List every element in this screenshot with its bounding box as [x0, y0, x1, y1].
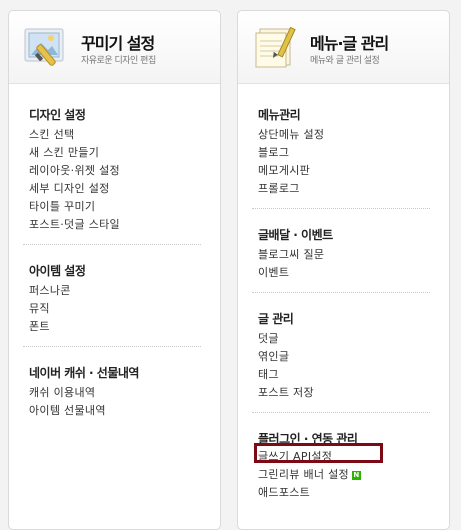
panel-header: 메뉴·글 관리 메뉴와 글 관리 설정 — [238, 11, 449, 84]
section-title-delivery-event[interactable]: 글배달 · 이벤트 — [258, 226, 333, 243]
panel-subtitle: 메뉴와 글 관리 설정 — [310, 56, 380, 66]
highlight-box — [254, 443, 383, 463]
link-detail-design[interactable]: 세부 디자인 설정 — [29, 180, 110, 196]
panel-title: 꾸미기 설정 — [81, 34, 155, 53]
link-post-comment-style[interactable]: 포스트·덧글 스타일 — [29, 216, 120, 232]
link-event[interactable]: 이벤트 — [258, 264, 289, 280]
section-title-post-management[interactable]: 글 관리 — [258, 310, 294, 327]
section-title-items[interactable]: 아이템 설정 — [29, 262, 86, 279]
link-green-review-banner-label[interactable]: 그린리뷰 배너 설정 — [258, 468, 349, 481]
divider — [23, 346, 201, 347]
link-title-decorate[interactable]: 타이틀 꾸미기 — [29, 198, 95, 214]
link-blog[interactable]: 블로그 — [258, 144, 289, 160]
design-palette-icon — [24, 28, 64, 66]
panel-header: 꾸미기 설정 자유로운 디자인 편집 — [9, 11, 220, 84]
link-trackback[interactable]: 엮인글 — [258, 348, 289, 364]
divider — [252, 412, 430, 413]
link-new-skin[interactable]: 새 스킨 만들기 — [29, 144, 99, 160]
section-title-menu[interactable]: 메뉴관리 — [258, 106, 301, 123]
link-music[interactable]: 뮤직 — [29, 300, 50, 316]
link-gift-history[interactable]: 아이템 선물내역 — [29, 402, 106, 418]
section-title-cash[interactable]: 네이버 캐쉬 · 선물내역 — [29, 364, 139, 381]
link-green-review-banner[interactable]: 그린리뷰 배너 설정 N — [258, 466, 361, 482]
panel-title: 메뉴·글 관리 — [310, 34, 389, 53]
link-layout-widget[interactable]: 레이아웃·위젯 설정 — [29, 162, 120, 178]
link-post-save[interactable]: 포스트 저장 — [258, 384, 314, 400]
link-personacon[interactable]: 퍼스나콘 — [29, 282, 71, 298]
link-tag[interactable]: 태그 — [258, 366, 279, 382]
panel-subtitle: 자유로운 디자인 편집 — [81, 56, 156, 66]
link-blogc-question[interactable]: 블로그씨 질문 — [258, 246, 324, 262]
link-top-menu[interactable]: 상단메뉴 설정 — [258, 126, 324, 142]
link-skin-select[interactable]: 스킨 선택 — [29, 126, 74, 142]
customize-settings-panel: 꾸미기 설정 자유로운 디자인 편집 디자인 설정 스킨 선택 새 스킨 만들기… — [8, 10, 221, 530]
notepad-pencil-icon — [255, 26, 296, 68]
section-title-design[interactable]: 디자인 설정 — [29, 106, 86, 123]
link-adpost[interactable]: 애드포스트 — [258, 484, 310, 500]
link-prologue[interactable]: 프롤로그 — [258, 180, 300, 196]
link-cash-history[interactable]: 캐쉬 이용내역 — [29, 384, 95, 400]
divider — [252, 208, 430, 209]
link-font[interactable]: 폰트 — [29, 318, 50, 334]
link-memo-board[interactable]: 메모게시판 — [258, 162, 310, 178]
link-comment[interactable]: 덧글 — [258, 330, 279, 346]
divider — [252, 292, 430, 293]
divider — [23, 244, 201, 245]
new-badge: N — [351, 471, 361, 480]
